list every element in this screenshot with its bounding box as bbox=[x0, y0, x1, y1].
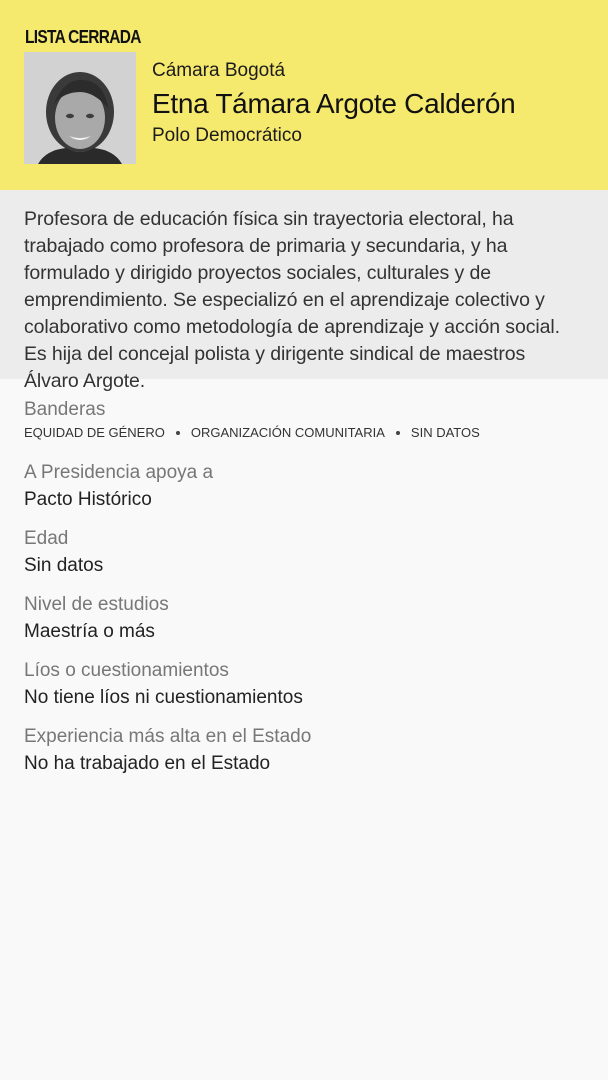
flags-list: EQUIDAD DE GÉNERO ORGANIZACIÓN COMUNITAR… bbox=[24, 425, 584, 440]
field-label: Experiencia más alta en el Estado bbox=[24, 726, 312, 747]
field-value: No ha trabajado en el Estado bbox=[24, 753, 271, 774]
flag-item: SIN DATOS bbox=[410, 425, 480, 440]
flags-field: Banderas EQUIDAD DE GÉNERO ORGANIZACIÓN … bbox=[24, 397, 584, 440]
field-state-experience: Experiencia más alta en el Estado No ha … bbox=[24, 724, 584, 778]
list-type-label: LISTA CERRADA bbox=[25, 27, 141, 47]
details-section: Banderas EQUIDAD DE GÉNERO ORGANIZACIÓN … bbox=[0, 379, 608, 778]
flags-label: Banderas bbox=[24, 399, 106, 420]
candidate-header: LISTA CERRADA Cámara Bogotá Etna Támara … bbox=[0, 0, 608, 190]
field-value: Pacto Histórico bbox=[24, 489, 152, 510]
party-label: Polo Democrático bbox=[152, 125, 302, 146]
field-value: Sin datos bbox=[24, 555, 104, 576]
field-education: Nivel de estudios Maestría o más bbox=[24, 592, 584, 646]
field-value: Maestría o más bbox=[24, 621, 155, 642]
field-value: No tiene líos ni cuestionamientos bbox=[24, 687, 303, 708]
bio-section: Profesora de educación física sin trayec… bbox=[0, 190, 608, 392]
separator-dot bbox=[175, 430, 180, 435]
chamber-label: Cámara Bogotá bbox=[152, 60, 286, 81]
candidate-name: Etna Támara Argote Calderón bbox=[152, 88, 516, 119]
field-age: Edad Sin datos bbox=[24, 526, 584, 580]
separator-dot bbox=[395, 430, 400, 435]
field-presidential-support: A Presidencia apoya a Pacto Histórico bbox=[24, 460, 584, 514]
candidate-photo bbox=[24, 52, 136, 164]
flag-item: EQUIDAD DE GÉNERO bbox=[24, 425, 165, 440]
flag-item: ORGANIZACIÓN COMUNITARIA bbox=[190, 425, 385, 440]
field-controversies: Líos o cuestionamientos No tiene líos ni… bbox=[24, 658, 584, 712]
field-label: Líos o cuestionamientos bbox=[24, 660, 229, 681]
bio-text: Profesora de educación física sin trayec… bbox=[24, 208, 560, 392]
candidate-portrait-image bbox=[24, 52, 136, 164]
field-label: Edad bbox=[24, 528, 69, 549]
field-label: Nivel de estudios bbox=[24, 594, 169, 615]
field-label: A Presidencia apoya a bbox=[24, 462, 214, 483]
